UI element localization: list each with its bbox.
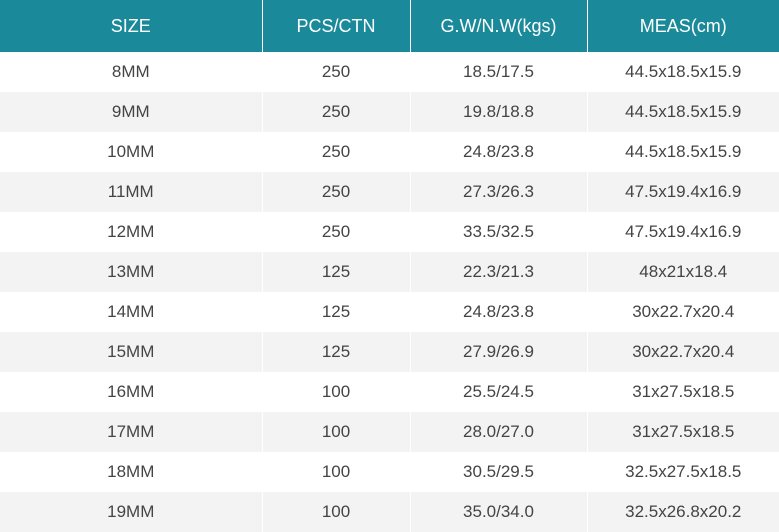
cell-size: 9MM bbox=[0, 92, 263, 132]
cell-weight: 18.5/17.5 bbox=[410, 52, 588, 92]
table-row: 15MM 125 27.9/26.9 30x22.7x20.4 bbox=[0, 332, 779, 372]
cell-meas: 30x22.7x20.4 bbox=[632, 342, 735, 361]
cell-meas: 47.5x19.4x16.9 bbox=[625, 182, 742, 201]
cell-pcs-ctn: 100 bbox=[262, 492, 411, 532]
cell-weight: 27.3/26.3 bbox=[410, 172, 588, 212]
table-row: 12MM 250 33.5/32.5 47.5x19.4x16.9 bbox=[0, 212, 779, 252]
table-body: 8MM 250 18.5/17.5 44.5x18.5x15.9 9MM 250 19.8/… bbox=[0, 52, 779, 532]
cell-size: 16MM bbox=[0, 372, 263, 412]
cell-size: 18MM bbox=[0, 452, 263, 492]
cell-size: 14MM bbox=[0, 292, 263, 332]
cell-size: 8MM bbox=[0, 52, 263, 92]
cell-meas: 32.5x26.8x20.2 bbox=[625, 502, 742, 521]
cell-weight: 33.5/32.5 bbox=[410, 212, 588, 252]
cell-meas: 32.5x27.5x18.5 bbox=[625, 462, 742, 481]
table-row: 14MM 125 24.8/23.8 30x22.7x20.4 bbox=[0, 292, 779, 332]
cell-weight: 19.8/18.8 bbox=[410, 92, 588, 132]
cell-meas: 31x27.5x18.5 bbox=[632, 422, 735, 441]
cell-size: 17MM bbox=[0, 412, 263, 452]
table-row: 11MM 250 27.3/26.3 47.5x19.4x16.9 bbox=[0, 172, 779, 212]
table-row: 17MM 100 28.0/27.0 31x27.5x18.5 bbox=[0, 412, 779, 452]
cell-pcs-ctn: 250 bbox=[262, 52, 411, 92]
table-row: 16MM 100 25.5/24.5 31x27.5x18.5 bbox=[0, 372, 779, 412]
cell-weight: 27.9/26.9 bbox=[410, 332, 588, 372]
table-header: SIZE PCS/CTN G.W/N.W(kgs) MEAS(cm) bbox=[0, 0, 779, 52]
cell-weight: 30.5/29.5 bbox=[410, 452, 588, 492]
cell-weight: 35.0/34.0 bbox=[410, 492, 588, 532]
table-row: 19MM 100 35.0/34.0 32.5x26.8x20.2 bbox=[0, 492, 779, 532]
cell-weight: 25.5/24.5 bbox=[410, 372, 588, 412]
cell-pcs-ctn: 250 bbox=[262, 92, 411, 132]
cell-pcs-ctn: 100 bbox=[262, 452, 411, 492]
cell-size: 19MM bbox=[0, 492, 263, 532]
cell-meas: 31x27.5x18.5 bbox=[632, 382, 735, 401]
cell-pcs-ctn: 125 bbox=[262, 252, 411, 292]
cell-pcs-ctn: 125 bbox=[262, 332, 411, 372]
cell-meas: 44.5x18.5x15.9 bbox=[625, 142, 742, 161]
cell-weight: 24.8/23.8 bbox=[410, 132, 588, 172]
cell-pcs-ctn: 125 bbox=[262, 292, 411, 332]
table-row: 9MM 250 19.8/18.8 44.5x18.5x15.9 bbox=[0, 92, 779, 132]
cell-size: 12MM bbox=[0, 212, 263, 252]
cell-size: 13MM bbox=[0, 252, 263, 292]
cell-size: 10MM bbox=[0, 132, 263, 172]
table-row: 13MM 125 22.3/21.3 48x21x18.4 bbox=[0, 252, 779, 292]
cell-meas: 44.5x18.5x15.9 bbox=[625, 62, 742, 81]
cell-weight: 24.8/23.8 bbox=[410, 292, 588, 332]
table-row: 8MM 250 18.5/17.5 44.5x18.5x15.9 bbox=[0, 52, 779, 92]
cell-pcs-ctn: 250 bbox=[262, 132, 411, 172]
cell-pcs-ctn: 100 bbox=[262, 372, 411, 412]
cell-meas: 48x21x18.4 bbox=[639, 262, 728, 281]
header-row: SIZE PCS/CTN G.W/N.W(kgs) MEAS(cm) bbox=[0, 0, 779, 52]
packing-spec-table: SIZE PCS/CTN G.W/N.W(kgs) MEAS(cm) 8MM 25… bbox=[0, 0, 779, 532]
cell-size: 11MM bbox=[0, 172, 263, 212]
table-row: 18MM 100 30.5/29.5 32.5x27.5x18.5 bbox=[0, 452, 779, 492]
cell-pcs-ctn: 250 bbox=[262, 212, 411, 252]
header-size: SIZE bbox=[0, 0, 263, 52]
cell-weight: 22.3/21.3 bbox=[410, 252, 588, 292]
cell-meas: 47.5x19.4x16.9 bbox=[625, 222, 742, 241]
cell-meas: 30x22.7x20.4 bbox=[632, 302, 735, 321]
header-meas: MEAS(cm) bbox=[639, 15, 727, 36]
table-row: 10MM 250 24.8/23.8 44.5x18.5x15.9 bbox=[0, 132, 779, 172]
cell-weight: 28.0/27.0 bbox=[410, 412, 588, 452]
cell-pcs-ctn: 250 bbox=[262, 172, 411, 212]
cell-size: 15MM bbox=[0, 332, 263, 372]
cell-meas: 44.5x18.5x15.9 bbox=[625, 102, 742, 121]
cell-pcs-ctn: 100 bbox=[262, 412, 411, 452]
header-weight: G.W/N.W(kgs) bbox=[410, 0, 588, 52]
header-pcs-ctn: PCS/CTN bbox=[262, 0, 411, 52]
